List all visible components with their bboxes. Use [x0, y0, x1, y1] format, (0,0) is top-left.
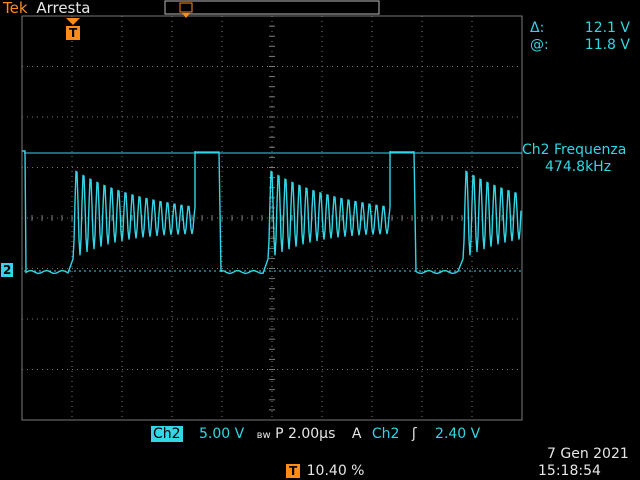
channel-badge[interactable]: Ch2: [151, 426, 183, 442]
bandwidth-icon: ʙw: [256, 430, 271, 441]
cursor-delta: Δ: 12.1 V: [530, 20, 630, 36]
cursor-at: @: 11.8 V: [530, 37, 630, 53]
measurement-value: 474.8kHz: [545, 159, 612, 175]
cursor-delta-label: Δ:: [530, 20, 545, 36]
cursor-at-label: @:: [530, 37, 549, 53]
brand-logo: Tek: [3, 0, 28, 17]
channel-2-marker[interactable]: 2: [1, 263, 14, 277]
ch2-waveform: [22, 150, 522, 275]
trigger-position-badge: T: [286, 464, 301, 478]
header: Tek Arresta: [3, 0, 90, 16]
cursor-at-value: 11.8 V: [584, 37, 630, 53]
trigger-position-readout: T 10.40 %: [286, 463, 364, 479]
trigger-level[interactable]: 2.40 V: [435, 426, 480, 442]
trigger-slope-icon: ʃ: [411, 426, 417, 442]
trigger-mode[interactable]: A: [352, 426, 362, 442]
measurement-label[interactable]: Ch2 Frequenza: [522, 142, 626, 158]
timebase[interactable]: P 2.00µs: [275, 426, 335, 442]
graticule: [21, 15, 523, 421]
bottom-readout: Ch2 5.00 V ʙw P 2.00µs A Ch2 ʃ 2.40 V: [151, 426, 480, 444]
trigger-position[interactable]: 10.40 %: [307, 463, 365, 479]
cursor-delta-value: 12.1 V: [584, 20, 630, 36]
acquisition-status[interactable]: Arresta: [36, 0, 90, 17]
date: 7 Gen 2021: [547, 446, 629, 462]
trigger-arrow-icon: [66, 18, 80, 25]
trigger-marker[interactable]: T: [66, 26, 81, 40]
volts-per-div[interactable]: 5.00 V: [199, 426, 244, 442]
time: 15:18:54: [538, 463, 601, 479]
record-view-window[interactable]: [179, 2, 193, 13]
trigger-source[interactable]: Ch2: [372, 426, 400, 442]
scope-display: [21, 0, 523, 421]
record-view-bar[interactable]: [164, 0, 380, 15]
